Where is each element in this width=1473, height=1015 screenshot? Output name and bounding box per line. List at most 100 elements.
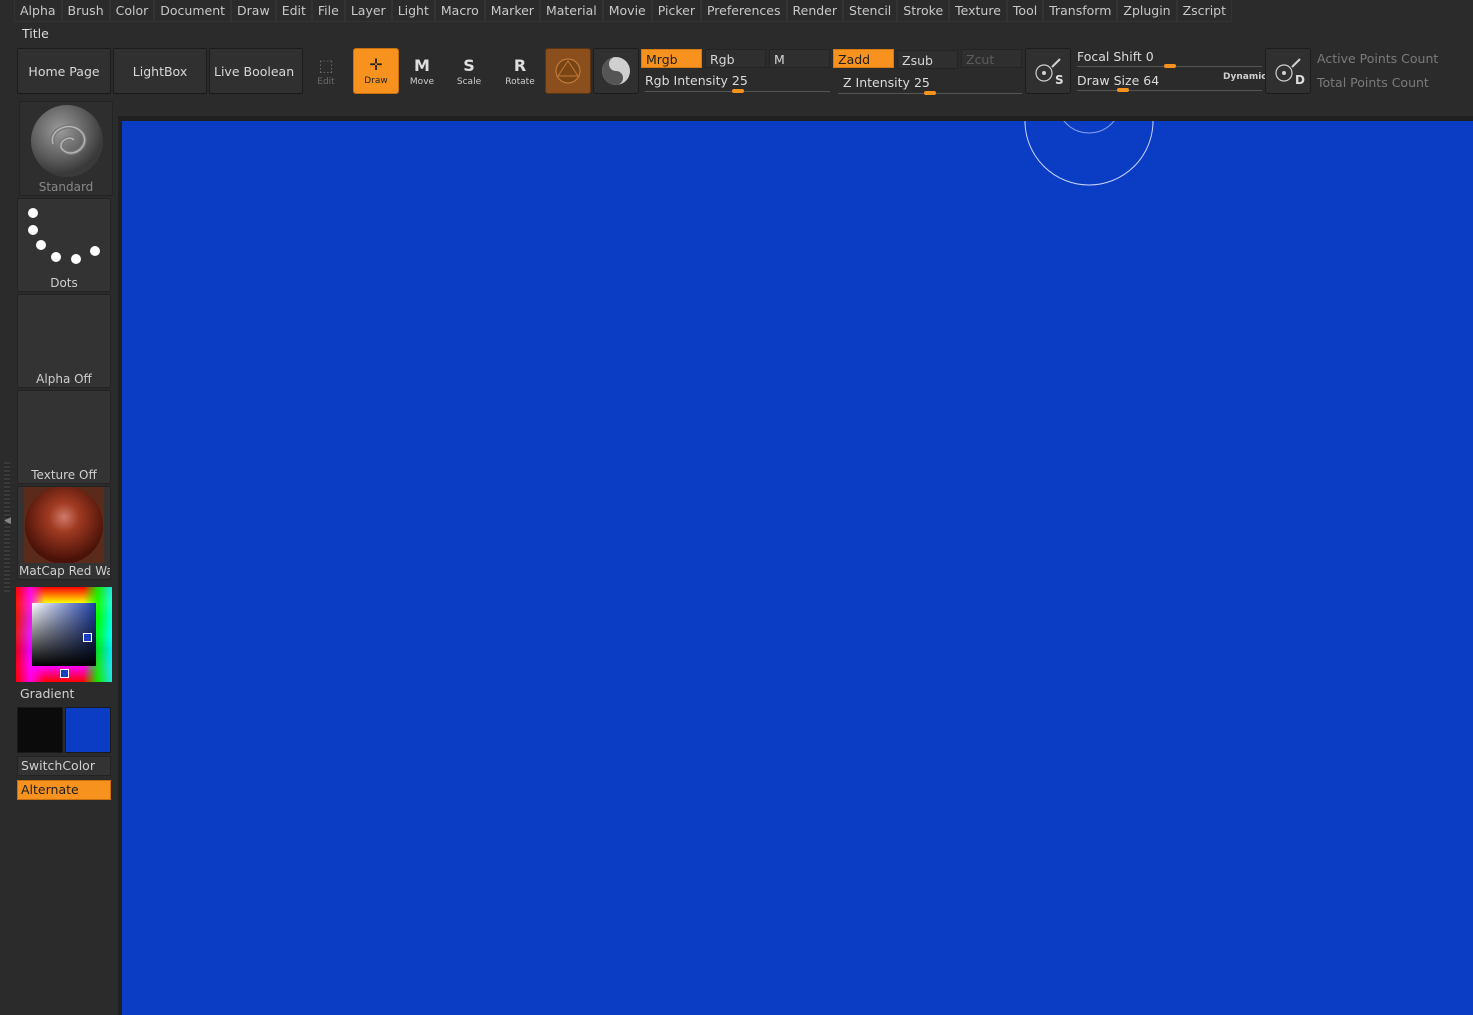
scale-icon: S — [463, 56, 475, 75]
z-intensity-knob[interactable] — [924, 91, 936, 95]
draw-icon: ✛ — [369, 55, 383, 74]
menu-bar: Alpha Brush Color Document Draw Edit File Layer… — [14, 0, 1233, 23]
gradient-toggle[interactable]: Gradient — [20, 686, 74, 701]
menu-item-file[interactable]: File — [311, 0, 345, 22]
edit-icon: ⬚ — [318, 56, 334, 75]
home-page-button[interactable]: Home Page — [17, 48, 111, 94]
z-intensity-slider[interactable]: Z Intensity 25 — [843, 75, 930, 90]
stroke-name: Dots — [50, 276, 78, 290]
lightbox-button[interactable]: LightBox — [113, 48, 207, 94]
focal-shift-value: 0 — [1145, 49, 1154, 64]
move-tool-label: Move — [409, 77, 435, 87]
live-boolean-button[interactable]: Live Boolean — [209, 48, 303, 94]
collapse-arrow-icon[interactable]: ◀ — [4, 516, 11, 526]
z-intensity-value: 25 — [913, 75, 930, 90]
alpha-selector[interactable]: Alpha Off — [17, 294, 111, 388]
menu-item-picker[interactable]: Picker — [651, 0, 701, 22]
texture-selector[interactable]: Texture Off — [17, 390, 111, 484]
draw-size-track[interactable] — [1077, 90, 1262, 91]
focal-shift-label: Focal Shift — [1077, 49, 1142, 64]
focal-shift-slider[interactable]: Focal Shift 0 — [1077, 49, 1154, 64]
menu-item-stencil[interactable]: Stencil — [843, 0, 898, 22]
rgb-intensity-label: Rgb Intensity — [645, 73, 728, 88]
m-button[interactable]: M — [769, 49, 830, 68]
left-tray-handle[interactable] — [4, 462, 10, 592]
alpha-name: Alpha Off — [36, 372, 92, 386]
color-picker[interactable] — [16, 587, 112, 682]
primary-color-swatch[interactable] — [17, 707, 63, 753]
scale-tool-label: Scale — [456, 77, 482, 87]
d-button[interactable]: D — [1265, 48, 1311, 94]
menu-item-movie[interactable]: Movie — [602, 0, 652, 22]
menu-item-light[interactable]: Light — [391, 0, 435, 22]
zadd-button[interactable]: Zadd — [833, 49, 894, 68]
menu-item-brush[interactable]: Brush — [61, 0, 110, 22]
active-points-count: Active Points Count — [1317, 51, 1439, 66]
dynamic-toggle[interactable]: Dynamic — [1223, 72, 1267, 82]
rotate-tool-button[interactable]: R Rotate — [497, 48, 543, 94]
edit-tool-button[interactable]: ⬚ Edit — [303, 48, 349, 94]
hue-cursor[interactable] — [60, 669, 69, 678]
menu-item-transform[interactable]: Transform — [1043, 0, 1118, 22]
title-menu[interactable]: Title — [22, 26, 49, 41]
color-mode-button[interactable] — [593, 48, 639, 94]
material-quick-button[interactable] — [545, 48, 591, 94]
draw-tool-button[interactable]: ✛ Draw — [353, 48, 399, 94]
switch-color-button[interactable]: SwitchColor — [17, 756, 111, 776]
menu-item-render[interactable]: Render — [786, 0, 844, 22]
menu-item-color[interactable]: Color — [109, 0, 155, 22]
texture-name: Texture Off — [31, 468, 97, 482]
zcut-button[interactable]: Zcut — [961, 49, 1022, 68]
menu-item-draw[interactable]: Draw — [231, 0, 276, 22]
menu-item-tool[interactable]: Tool — [1006, 0, 1044, 22]
draw-tool-label: Draw — [364, 76, 388, 86]
menu-item-alpha[interactable]: Alpha — [14, 0, 62, 22]
stroke-selector[interactable]: Dots — [17, 198, 111, 292]
scale-tool-button[interactable]: S Scale — [446, 48, 492, 94]
d-label: D — [1295, 73, 1305, 87]
draw-size-slider[interactable]: Draw Size 64 — [1077, 73, 1159, 88]
document-canvas[interactable] — [122, 121, 1473, 1015]
material-selector[interactable]: MatCap Red Wax — [17, 486, 111, 580]
menu-item-zscript[interactable]: Zscript — [1176, 0, 1233, 22]
menu-item-edit[interactable]: Edit — [275, 0, 312, 22]
dots-stroke-icon — [28, 208, 100, 264]
menu-item-document[interactable]: Document — [154, 0, 232, 22]
focal-shift-knob[interactable] — [1163, 64, 1176, 68]
total-points-count: Total Points Count — [1317, 75, 1429, 90]
menu-item-layer[interactable]: Layer — [344, 0, 392, 22]
move-icon: M — [414, 56, 430, 75]
zsub-button[interactable]: Zsub — [897, 50, 958, 69]
brush-cursor-icon — [1024, 121, 1154, 186]
brush-selector[interactable]: Standard — [19, 101, 113, 196]
brush-name: Standard — [38, 180, 94, 194]
draw-size-knob[interactable] — [1117, 88, 1130, 92]
menu-item-marker[interactable]: Marker — [484, 0, 540, 22]
move-tool-button[interactable]: M Move — [399, 48, 445, 94]
rgb-button[interactable]: Rgb — [705, 49, 766, 68]
secondary-color-swatch[interactable] — [65, 707, 111, 753]
rgb-intensity-slider[interactable]: Rgb Intensity 25 — [645, 73, 748, 88]
edit-tool-label: Edit — [317, 77, 335, 87]
color-cursor[interactable] — [83, 633, 92, 642]
menu-item-stroke[interactable]: Stroke — [897, 0, 950, 22]
yin-yang-icon — [602, 57, 630, 85]
material-sphere-icon — [555, 58, 581, 84]
menu-item-material[interactable]: Material — [539, 0, 603, 22]
alternate-button[interactable]: Alternate — [17, 780, 111, 800]
draw-size-label: Draw Size — [1077, 73, 1140, 88]
menu-item-texture[interactable]: Texture — [949, 0, 1007, 22]
mrgb-button[interactable]: Mrgb — [641, 49, 702, 68]
s-button[interactable]: S — [1025, 48, 1071, 94]
rgb-intensity-knob[interactable] — [731, 89, 744, 93]
rotate-icon: R — [513, 56, 527, 75]
z-intensity-label: Z Intensity — [843, 75, 910, 90]
menu-item-macro[interactable]: Macro — [434, 0, 485, 22]
draw-size-value: 64 — [1143, 73, 1160, 88]
s-label: S — [1055, 73, 1064, 87]
material-preview-icon — [24, 487, 104, 563]
rotate-tool-label: Rotate — [505, 77, 535, 87]
menu-item-zplugin[interactable]: Zplugin — [1117, 0, 1177, 22]
rgb-intensity-value: 25 — [731, 73, 748, 88]
menu-item-preferences[interactable]: Preferences — [700, 0, 787, 22]
